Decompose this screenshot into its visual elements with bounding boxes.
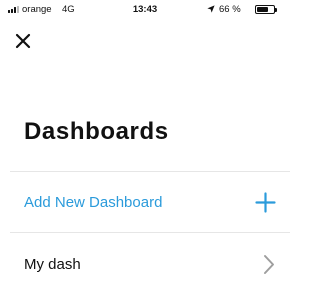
divider <box>10 171 290 172</box>
battery-percentage: 66 % <box>219 4 241 15</box>
dashboards-screen: orange 4G 13:43 66 % Dashboards Add New … <box>0 0 290 292</box>
divider <box>10 232 290 233</box>
close-icon <box>15 33 31 49</box>
close-button[interactable] <box>10 28 36 54</box>
battery-icon <box>255 5 277 14</box>
list-item-my-dash[interactable]: My dash <box>0 236 290 292</box>
location-arrow-icon <box>207 5 215 13</box>
page-title: Dashboards <box>24 118 169 145</box>
plus-icon <box>255 192 276 213</box>
add-new-dashboard-button[interactable]: Add New Dashboard <box>0 174 290 230</box>
battery-level-fill <box>257 7 268 12</box>
status-time: 13:43 <box>132 4 158 15</box>
status-bar: orange 4G 13:43 66 % <box>0 0 290 20</box>
chevron-right-icon <box>264 255 274 274</box>
add-new-dashboard-label: Add New Dashboard <box>24 194 163 211</box>
list-item-label: My dash <box>24 256 81 273</box>
